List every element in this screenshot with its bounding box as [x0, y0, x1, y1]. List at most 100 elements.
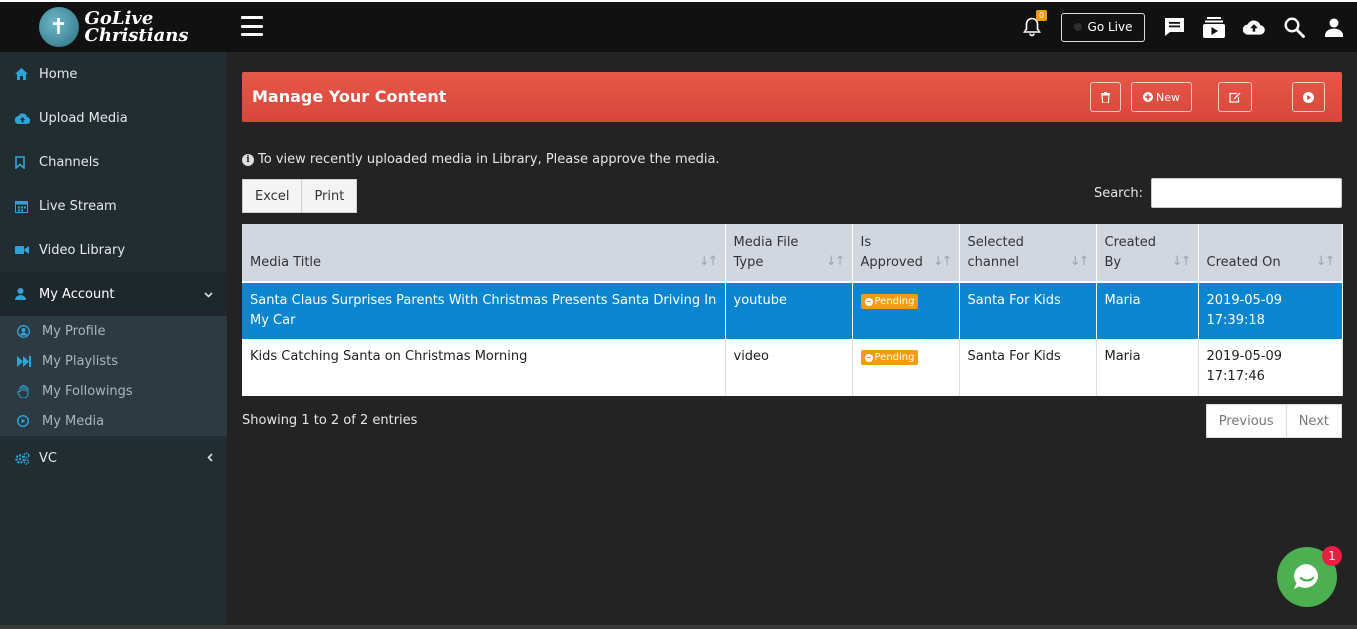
- notice-text: To view recently uploaded media in Libra…: [258, 152, 720, 167]
- my-account-submenu: My Profile My Playlists My Followings My…: [0, 316, 227, 436]
- column-header-created-by[interactable]: Created By ↓↑: [1096, 224, 1199, 282]
- chevron-left-icon: [207, 452, 213, 465]
- sort-icon: ↓↑: [1171, 254, 1192, 269]
- table-footer: Showing 1 to 2 of 2 entries Previous Nex…: [242, 404, 1342, 438]
- cell-media-title[interactable]: Kids Catching Santa on Christmas Morning: [242, 339, 726, 396]
- go-live-label: Go Live: [1087, 20, 1133, 34]
- chat-message-button[interactable]: [1163, 16, 1185, 38]
- column-header-media-title[interactable]: Media Title ↓↑: [242, 224, 726, 282]
- play-button[interactable]: [1292, 82, 1325, 112]
- new-button[interactable]: New: [1131, 82, 1192, 112]
- cell-channel: Santa For Kids: [959, 281, 1097, 339]
- sort-icon: ↓↑: [698, 254, 719, 269]
- sidebar-item-label: Live Stream: [39, 198, 117, 214]
- previous-page-button[interactable]: Previous: [1205, 404, 1287, 438]
- bottom-scrollbar[interactable]: [0, 625, 1357, 629]
- calendar-icon: [15, 200, 31, 213]
- cell-created-on: 2019-05-09 17:17:46: [1198, 339, 1343, 396]
- entries-info: Showing 1 to 2 of 2 entries: [242, 413, 418, 428]
- sidebar-item-vc[interactable]: VC: [0, 436, 227, 480]
- sidebar-item-channels[interactable]: Channels: [0, 140, 227, 184]
- video-camera-icon: [15, 245, 31, 255]
- submenu-item-label: My Profile: [42, 323, 106, 339]
- media-table: Media Title ↓↑ Media File Type ↓↑ Is Approve…: [242, 224, 1343, 396]
- play-circle-icon: [1303, 91, 1314, 103]
- info-icon: i: [242, 153, 254, 166]
- sidebar-menu: Home Upload Media Channels Live Stream V…: [0, 52, 227, 316]
- table-tools: Excel Print Search:: [242, 178, 1342, 213]
- bookmark-icon: [15, 155, 31, 169]
- approval-notice: i To view recently uploaded media in Lib…: [242, 152, 1342, 167]
- search-input[interactable]: [1151, 178, 1342, 208]
- excel-button[interactable]: Excel: [242, 179, 303, 213]
- print-button[interactable]: Print: [302, 179, 358, 213]
- go-live-button[interactable]: Go Live: [1061, 12, 1145, 42]
- cell-channel: Santa For Kids: [959, 339, 1097, 396]
- cloud-upload-icon: [15, 112, 31, 124]
- main-content: Manage Your Content New i To view recent…: [227, 52, 1357, 629]
- edit-button[interactable]: [1218, 82, 1252, 112]
- profile-button[interactable]: [1323, 16, 1345, 38]
- sidebar-item-label: Video Library: [39, 242, 126, 258]
- edit-icon: [1229, 92, 1241, 103]
- cell-created-by: Maria: [1096, 281, 1199, 339]
- cell-created-on: 2019-05-09 17:39:18: [1198, 281, 1343, 339]
- sidebar-item-live-stream[interactable]: Live Stream: [0, 184, 227, 228]
- sort-icon: ↓↑: [1315, 254, 1336, 269]
- logo-line2: Christians: [84, 25, 189, 46]
- search-icon: [1283, 16, 1305, 38]
- sidebar-item-my-profile[interactable]: My Profile: [0, 316, 227, 346]
- delete-button[interactable]: [1090, 82, 1121, 112]
- chat-bubble-icon: [1294, 564, 1319, 589]
- sidebar: ✝ GoLive Christians Home Upload Media Ch…: [0, 0, 227, 629]
- sort-icon: ↓↑: [825, 254, 846, 269]
- cell-media-type: video: [725, 339, 853, 396]
- column-header-created-on[interactable]: Created On ↓↑: [1198, 224, 1343, 282]
- sidebar-item-my-playlists[interactable]: My Playlists: [0, 346, 227, 376]
- column-header-media-file-type[interactable]: Media File Type ↓↑: [725, 224, 853, 282]
- table-header-row: Media Title ↓↑ Media File Type ↓↑ Is Approve…: [242, 224, 1343, 282]
- cell-media-type: youtube: [725, 281, 853, 339]
- page-title: Manage Your Content: [252, 87, 447, 106]
- chat-unread-badge: 1: [1322, 546, 1342, 566]
- trash-icon: [1101, 91, 1110, 103]
- cloud-upload-icon: [1243, 20, 1265, 35]
- user-circle-icon: [17, 324, 33, 338]
- sidebar-item-label: Home: [39, 66, 78, 82]
- sidebar-item-video-library[interactable]: Video Library: [0, 228, 227, 272]
- sidebar-item-my-followings[interactable]: My Followings: [0, 376, 227, 406]
- next-page-button[interactable]: Next: [1286, 404, 1342, 438]
- cell-media-title[interactable]: Santa Claus Surprises Parents With Chris…: [242, 281, 726, 339]
- notifications-button[interactable]: 0: [1023, 10, 1047, 37]
- message-icon: [1164, 18, 1184, 36]
- navbar-actions: 0 Go Live: [1023, 2, 1345, 52]
- table-row[interactable]: Kids Catching Santa on Christmas Morning…: [242, 339, 1343, 396]
- chevron-down-icon: [204, 288, 213, 301]
- submenu-item-label: My Playlists: [42, 353, 119, 369]
- status-badge: Pending: [860, 350, 919, 365]
- column-header-is-approved[interactable]: Is Approved ↓↑: [852, 224, 960, 282]
- sidebar-item-my-account[interactable]: My Account: [0, 272, 227, 316]
- top-navbar: 0 Go Live: [227, 0, 1357, 52]
- hamburger-menu-icon[interactable]: [241, 16, 263, 36]
- manage-content-header: Manage Your Content New: [242, 72, 1342, 122]
- cell-is-approved: Pending: [852, 281, 960, 339]
- cogs-icon: [15, 451, 31, 465]
- live-dot-icon: [1073, 23, 1082, 31]
- fast-forward-icon: [17, 355, 33, 367]
- table-row[interactable]: Santa Claus Surprises Parents With Chris…: [242, 281, 1343, 339]
- dove-cross-icon: ✝: [38, 7, 79, 47]
- sort-icon: ↓↑: [1069, 254, 1090, 269]
- subscriptions-button[interactable]: [1203, 16, 1225, 38]
- search-label: Search:: [1093, 185, 1143, 201]
- sidebar-item-upload-media[interactable]: Upload Media: [0, 96, 227, 140]
- search-button[interactable]: [1283, 16, 1305, 38]
- upload-button[interactable]: [1243, 16, 1265, 38]
- submenu-item-label: My Media: [42, 413, 105, 429]
- new-button-label: New: [1156, 90, 1180, 104]
- sidebar-item-my-media[interactable]: My Media: [0, 406, 227, 436]
- sidebar-item-label: Upload Media: [39, 110, 128, 126]
- sidebar-item-home[interactable]: Home: [0, 52, 227, 96]
- brand-logo[interactable]: ✝ GoLive Christians: [0, 0, 227, 52]
- column-header-selected-channel[interactable]: Selected channel ↓↑: [959, 224, 1097, 282]
